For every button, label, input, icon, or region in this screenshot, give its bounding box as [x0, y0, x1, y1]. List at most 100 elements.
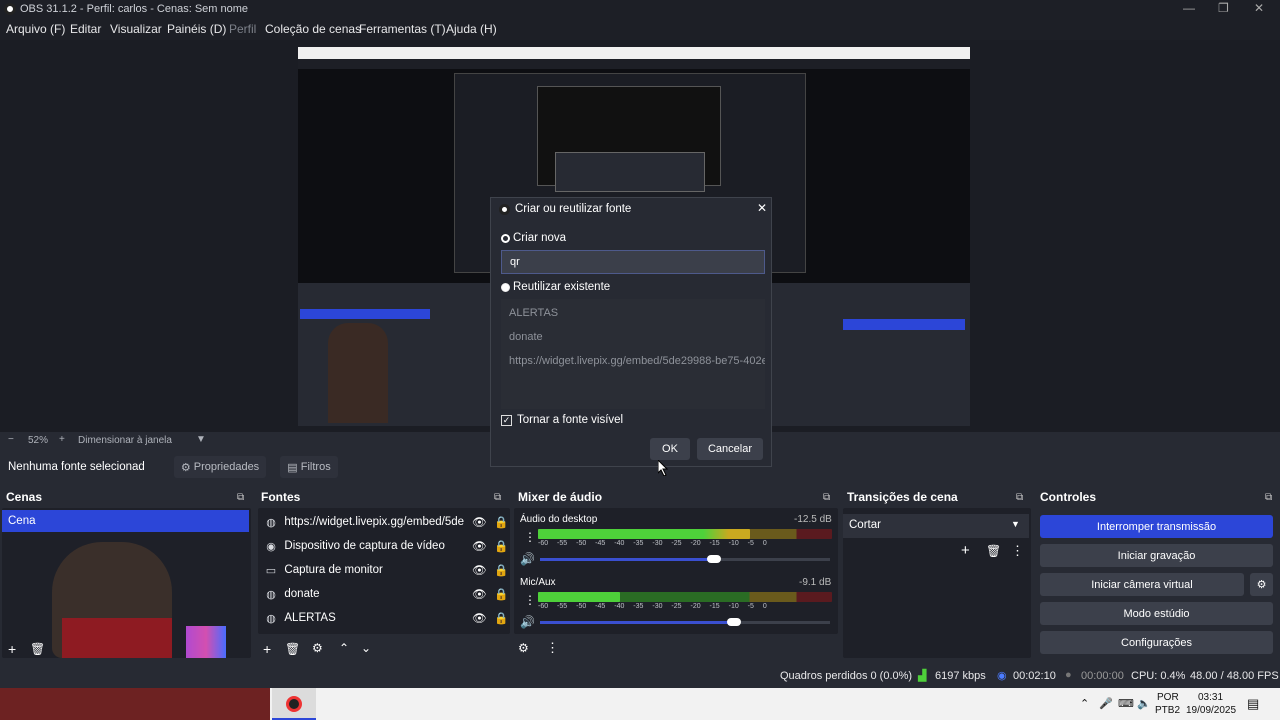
reuse-existing-radio[interactable]: Reutilizar existente: [501, 281, 610, 293]
obs-logo-icon: [286, 696, 302, 712]
menu-ajuda[interactable]: Ajuda (H): [446, 22, 497, 36]
zoom-level: 52%: [28, 435, 49, 446]
clock-time[interactable]: 03:31: [1198, 692, 1223, 703]
lock-icon[interactable]: 🔒: [494, 563, 508, 577]
undock-icon[interactable]: ⧉: [823, 492, 830, 503]
existing-source-item[interactable]: https://widget.livepix.gg/embed/5de29988…: [509, 355, 765, 367]
volume-slider[interactable]: [540, 555, 830, 563]
transitions-panel: Cortar ▼ + 🗑 ⋮: [843, 508, 1031, 658]
close-icon[interactable]: ✕: [1254, 1, 1264, 15]
menu-editar[interactable]: Editar: [70, 22, 101, 36]
menu-arquivo[interactable]: Arquivo (F): [6, 22, 65, 36]
nested-titlebar: [298, 47, 970, 59]
virtual-camera-button[interactable]: Iniciar câmera virtual: [1040, 573, 1244, 596]
channel-menu-icon[interactable]: ⋮: [524, 593, 536, 607]
eye-icon[interactable]: 👁: [472, 515, 487, 529]
add-source-icon[interactable]: +: [263, 641, 271, 657]
eye-icon[interactable]: 👁: [472, 539, 487, 553]
properties-button[interactable]: ⚙ Propriedades: [174, 456, 266, 478]
channel-menu-icon[interactable]: ⋮: [524, 530, 536, 544]
maximize-icon[interactable]: ❐: [1218, 1, 1229, 15]
existing-source-item[interactable]: ALERTAS: [509, 307, 765, 319]
volume-knob[interactable]: [727, 618, 742, 626]
meter-ticks: -60 -55 -50 -45 -40 -35 -30 -25 -20 -15 …: [538, 603, 767, 610]
lock-icon[interactable]: 🔒: [494, 611, 508, 625]
eye-icon[interactable]: 👁: [472, 563, 487, 577]
close-icon[interactable]: ✕: [757, 201, 767, 215]
add-scene-icon[interactable]: +: [8, 641, 16, 657]
mic-icon[interactable]: 🎤: [1099, 697, 1113, 710]
transition-menu-icon[interactable]: ⋮: [1011, 543, 1024, 559]
transition-select[interactable]: Cortar ▼: [843, 514, 1029, 538]
visible-label: Tornar a fonte visível: [517, 414, 624, 426]
cancel-button[interactable]: Cancelar: [697, 438, 763, 460]
ok-button[interactable]: OK: [650, 438, 690, 460]
source-item[interactable]: ▭ Captura de monitor 👁 🔒: [264, 558, 509, 582]
filters-button[interactable]: ▤ Filtros: [280, 456, 338, 478]
minimize-icon[interactable]: —: [1183, 1, 1195, 15]
eye-icon[interactable]: 👁: [472, 587, 487, 601]
notification-icon[interactable]: ▤: [1247, 696, 1259, 712]
sources-list: ◍ https://widget.livepix.gg/embed/5de2 👁…: [258, 508, 510, 634]
delete-source-icon[interactable]: 🗑: [285, 642, 300, 656]
chevron-down-icon[interactable]: ▼: [196, 434, 206, 445]
lock-icon[interactable]: 🔒: [494, 515, 508, 529]
network-icon[interactable]: ⌨: [1118, 697, 1134, 710]
source-item[interactable]: ◍ ALERTAS 👁 🔒: [264, 606, 508, 630]
menu-paineis[interactable]: Painéis (D): [167, 22, 226, 36]
meter-ticks: -60 -55 -50 -45 -40 -35 -30 -25 -20 -15 …: [538, 540, 767, 547]
lang-secondary[interactable]: PTB2: [1155, 705, 1180, 716]
chevron-up-icon[interactable]: ⌃: [1080, 697, 1089, 710]
scene-item[interactable]: Cena: [2, 510, 249, 532]
eye-icon[interactable]: 👁: [472, 611, 487, 625]
lang-primary[interactable]: POR: [1157, 692, 1179, 703]
source-item[interactable]: ◍ https://widget.livepix.gg/embed/5de2 👁…: [264, 510, 508, 534]
undock-icon[interactable]: ⧉: [494, 492, 501, 503]
zoom-in-button[interactable]: +: [59, 434, 65, 445]
volume-icon[interactable]: 🔈: [1137, 697, 1151, 710]
taskbar-obs-button[interactable]: [272, 688, 316, 720]
volume-knob[interactable]: [707, 555, 721, 563]
studio-mode-button[interactable]: Modo estúdio: [1040, 602, 1273, 625]
menu-ferramentas[interactable]: Ferramentas (T): [359, 22, 446, 36]
dialog-title: Criar ou reutilizar fonte: [515, 203, 632, 215]
sources-header: Fontes: [261, 490, 301, 504]
source-item[interactable]: ◉ Dispositivo de captura de vídeo 👁 🔒: [264, 534, 508, 558]
delete-transition-icon[interactable]: 🗑: [986, 544, 1001, 558]
speaker-icon[interactable]: 🔊: [520, 615, 535, 629]
add-transition-icon[interactable]: +: [961, 542, 970, 559]
stream-icon: ◉: [997, 670, 1007, 682]
visible-checkbox[interactable]: ✓ Tornar a fonte visível: [501, 414, 623, 426]
volume-slider[interactable]: [540, 618, 830, 626]
existing-sources-list: ALERTAS donate https://widget.livepix.gg…: [501, 299, 765, 409]
source-name-input[interactable]: [501, 250, 765, 274]
source-item[interactable]: ◍ donate 👁 🔒: [264, 582, 508, 606]
settings-button[interactable]: Configurações: [1040, 631, 1273, 654]
mouse-cursor-icon: [658, 460, 668, 476]
lock-icon[interactable]: 🔒: [494, 587, 508, 601]
virtual-camera-settings-button[interactable]: ⚙: [1250, 573, 1273, 596]
menu-perfil[interactable]: Perfil: [229, 22, 256, 36]
zoom-out-button[interactable]: −: [8, 434, 14, 445]
undock-icon[interactable]: ⧉: [237, 492, 244, 503]
mixer-settings-icon[interactable]: ⚙: [518, 641, 529, 655]
stop-stream-button[interactable]: Interromper transmissão: [1040, 515, 1273, 538]
undock-icon[interactable]: ⧉: [1265, 492, 1272, 503]
create-new-radio[interactable]: Criar nova: [501, 232, 566, 244]
menu-colecao-cenas[interactable]: Coleção de cenas: [265, 22, 361, 36]
move-down-icon[interactable]: ⌄: [361, 641, 371, 655]
source-label: Dispositivo de captura de vídeo: [284, 540, 445, 552]
nested-scene-selected: [300, 309, 430, 319]
undock-icon[interactable]: ⧉: [1016, 492, 1023, 503]
mixer-menu-icon[interactable]: ⋮: [546, 640, 559, 656]
existing-source-item[interactable]: donate: [509, 331, 765, 343]
menu-visualizar[interactable]: Visualizar: [110, 22, 162, 36]
clock-date[interactable]: 19/09/2025: [1186, 705, 1236, 716]
source-settings-icon[interactable]: ⚙: [312, 641, 323, 655]
move-up-icon[interactable]: ⌃: [339, 641, 349, 655]
speaker-icon[interactable]: 🔊: [520, 552, 535, 566]
lock-icon[interactable]: 🔒: [494, 539, 508, 553]
fit-window-label[interactable]: Dimensionar à janela: [78, 435, 172, 446]
start-recording-button[interactable]: Iniciar gravação: [1040, 544, 1273, 567]
delete-scene-icon[interactable]: 🗑: [30, 642, 45, 656]
